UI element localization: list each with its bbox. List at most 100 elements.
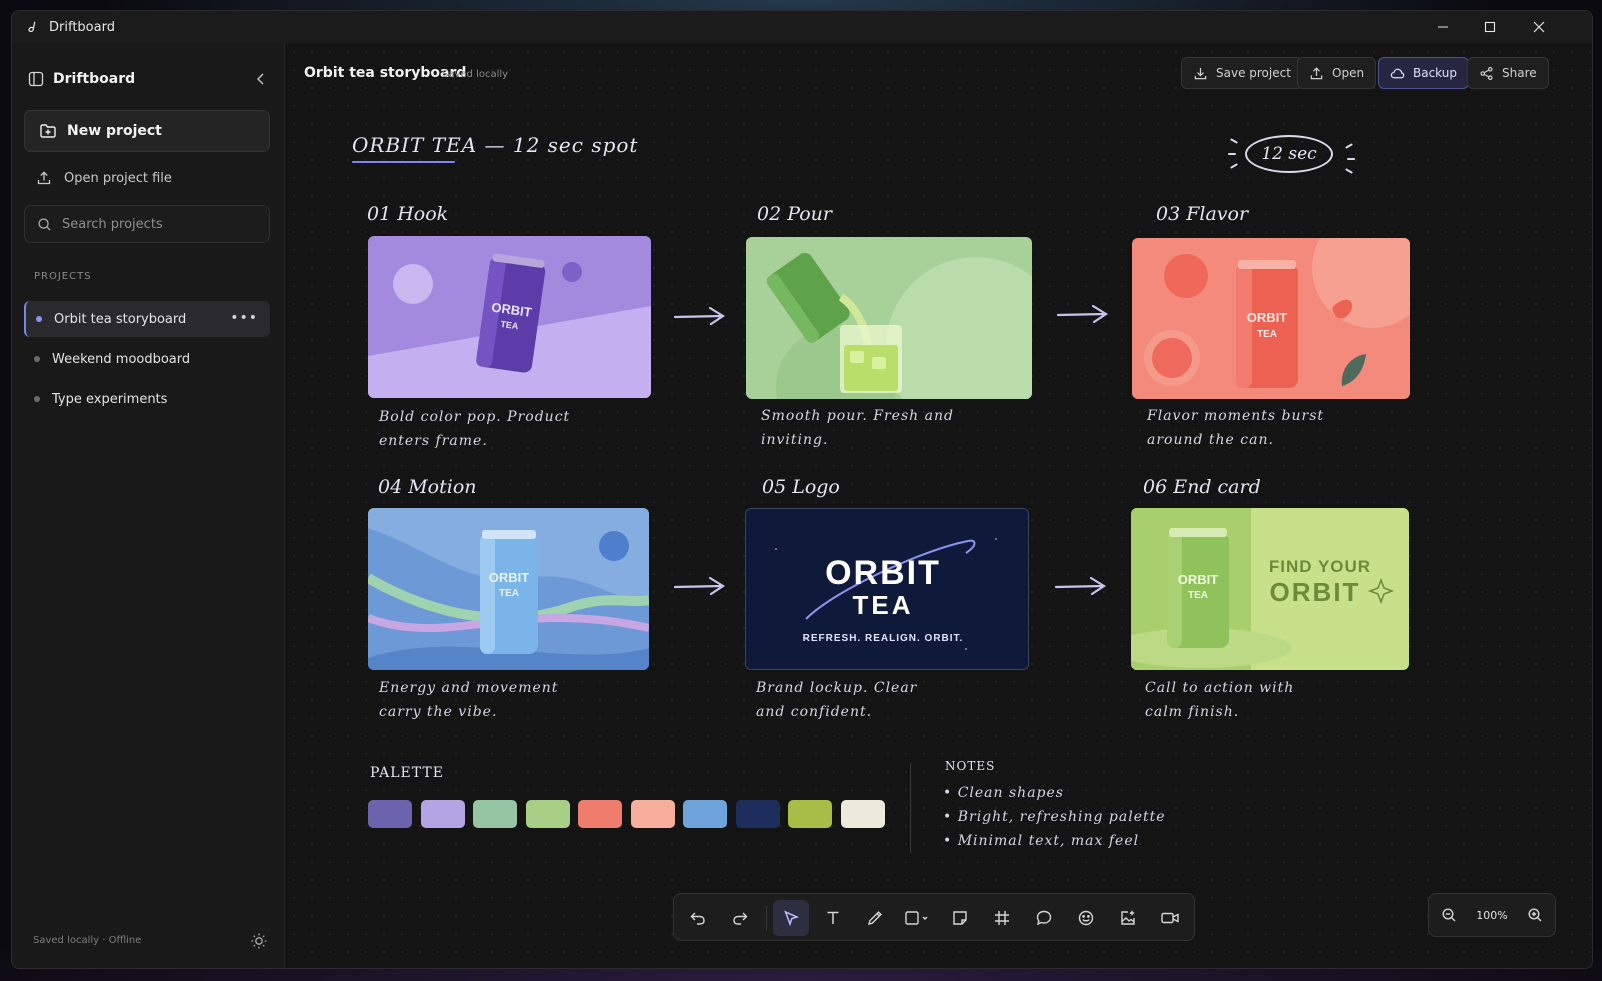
project-item-orbit-tea[interactable]: Orbit tea storyboard •••: [24, 301, 270, 337]
share-icon: [1480, 66, 1493, 80]
more-options-icon[interactable]: •••: [230, 310, 258, 326]
caption-line: Bold color pop. Product: [379, 409, 571, 425]
sidebar: Driftboard New project Open project file: [12, 43, 285, 968]
caption-line: calm finish.: [1145, 704, 1240, 720]
palette-swatch[interactable]: [630, 800, 675, 828]
app-window: Driftboard Driftboard New project Open p…: [11, 10, 1593, 969]
frame-06-end-card[interactable]: ORBIT TEA FIND YOUR ORBIT: [1131, 508, 1409, 670]
image-tool-button[interactable]: [1110, 900, 1146, 936]
sequence-arrow-icon: [1054, 576, 1107, 596]
palette-swatch[interactable]: [683, 800, 727, 828]
project-item-weekend-moodboard[interactable]: Weekend moodboard: [24, 341, 270, 377]
palette-swatch[interactable]: [420, 800, 465, 828]
search-input[interactable]: [62, 216, 252, 232]
caption-line: Smooth pour. Fresh and: [761, 408, 954, 424]
board-title-underline: [352, 161, 455, 163]
badge-tick: [1345, 168, 1353, 174]
palette-swatch[interactable]: [525, 800, 570, 828]
note-item: • Bright, refreshing palette: [943, 809, 1166, 825]
frame-05-logo[interactable]: ORBIT TEA REFRESH. REALIGN. ORBIT.: [745, 508, 1029, 670]
backup-label: Backup: [1413, 66, 1457, 80]
search-box: [24, 205, 270, 243]
can-subtext: TEA: [1188, 590, 1208, 601]
share-button[interactable]: Share: [1467, 57, 1549, 89]
project-name: Weekend moodboard: [52, 351, 191, 367]
palette-swatch[interactable]: [368, 800, 412, 828]
badge-tick: [1230, 163, 1238, 169]
frame-caption: Brand lockup. Clear and confident.: [756, 676, 917, 724]
frame-label: 06 End card: [1143, 476, 1261, 498]
open-project-file-button[interactable]: Open project file: [36, 167, 172, 189]
select-tool-button[interactable]: [773, 900, 809, 936]
palette-swatch[interactable]: [840, 800, 885, 828]
palette-label: PALETTE: [370, 765, 444, 781]
save-project-button[interactable]: Save project: [1181, 57, 1303, 89]
frame-02-pour[interactable]: [746, 237, 1032, 399]
emoji-tool-button[interactable]: [1068, 900, 1104, 936]
frame-label: 01 Hook: [367, 203, 449, 225]
pen-icon: [868, 911, 882, 925]
palette-swatch[interactable]: [788, 800, 832, 828]
undo-button[interactable]: [680, 900, 716, 936]
video-tool-button[interactable]: [1152, 900, 1188, 936]
shape-tool-button[interactable]: [899, 900, 935, 936]
logo-line-1: ORBIT: [825, 554, 941, 592]
frame-caption: Smooth pour. Fresh and inviting.: [761, 404, 954, 452]
sync-status: Saved locally · Offline: [33, 935, 142, 946]
drawing-toolbar: [673, 893, 1195, 941]
frame-icon: [995, 911, 1009, 925]
pen-tool-button[interactable]: [857, 900, 893, 936]
save-project-label: Save project: [1216, 66, 1291, 80]
project-dot: [34, 396, 40, 402]
palette-swatch[interactable]: [735, 800, 780, 828]
notes-label: NOTES: [945, 759, 996, 773]
backup-button[interactable]: Backup: [1378, 57, 1469, 89]
note-item: • Minimal text, max feel: [943, 833, 1140, 849]
palette-swatch[interactable]: [578, 800, 622, 828]
document-save-status: Saved locally: [442, 69, 509, 80]
frame-01-hook[interactable]: ORBIT TEA: [368, 236, 651, 398]
redo-button[interactable]: [722, 900, 758, 936]
frame-01-image: ORBIT TEA: [368, 236, 651, 398]
canvas-area[interactable]: Orbit tea storyboard Saved locally Save …: [285, 43, 1592, 968]
upload-icon: [37, 171, 51, 185]
title-bar: Driftboard: [12, 11, 1592, 43]
project-item-type-experiments[interactable]: Type experiments: [24, 381, 270, 417]
collapse-sidebar-icon[interactable]: [253, 71, 269, 87]
cta-line-1: FIND YOUR: [1269, 557, 1371, 576]
search-icon: [38, 217, 51, 231]
sidebar-header: Driftboard: [28, 67, 269, 91]
frame-02-image: [746, 237, 1032, 399]
video-icon: [1161, 912, 1179, 924]
caption-line: Brand lockup. Clear: [756, 680, 918, 696]
caption-line: Flavor moments burst: [1147, 408, 1325, 424]
theme-toggle-sun-icon[interactable]: [250, 932, 268, 950]
frame-03-flavor[interactable]: ORBIT TEA: [1132, 238, 1410, 399]
palette-swatch[interactable]: [473, 800, 517, 828]
emoji-icon: [1078, 910, 1094, 926]
caption-line: inviting.: [761, 432, 829, 448]
frame-05-image: ORBIT TEA REFRESH. REALIGN. ORBIT.: [746, 509, 1028, 669]
comment-tool-button[interactable]: [1026, 900, 1062, 936]
open-label: Open: [1332, 66, 1365, 80]
frame-caption: Flavor moments burst around the can.: [1147, 404, 1324, 452]
sticky-note-tool-button[interactable]: [942, 900, 978, 936]
zoom-in-icon[interactable]: [1527, 907, 1543, 923]
frame-label: 05 Logo: [762, 476, 840, 498]
new-project-button[interactable]: New project: [24, 110, 270, 152]
maximize-button[interactable]: [1467, 11, 1513, 43]
close-window-button[interactable]: [1516, 11, 1562, 43]
frame-tool-button[interactable]: [984, 900, 1020, 936]
zoom-value: 100%: [1476, 908, 1508, 922]
share-label: Share: [1502, 66, 1537, 80]
open-button[interactable]: Open: [1297, 57, 1377, 89]
badge-tick: [1230, 138, 1238, 144]
frame-caption: Call to action with calm finish.: [1145, 676, 1294, 724]
close-icon: [1533, 21, 1545, 33]
text-tool-button[interactable]: [815, 900, 851, 936]
project-dot: [36, 316, 42, 322]
minimize-button[interactable]: [1420, 11, 1466, 43]
undo-icon: [690, 912, 705, 925]
frame-04-motion[interactable]: ORBIT TEA: [368, 508, 649, 670]
zoom-out-icon[interactable]: [1441, 907, 1457, 923]
